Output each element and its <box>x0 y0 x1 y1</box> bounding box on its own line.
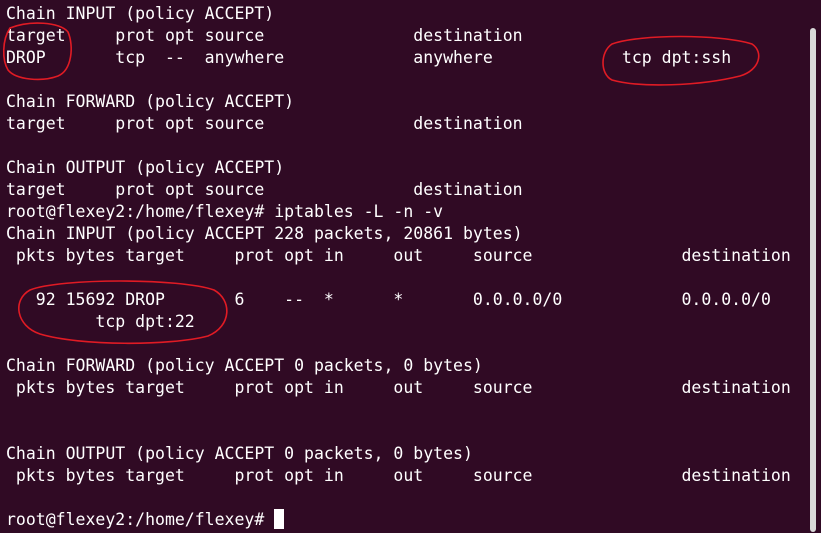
terminal-line: Chain INPUT (policy ACCEPT 228 packets, … <box>6 224 523 243</box>
terminal-line: DROP tcp -- anywhere anywhere tcp dpt:ss… <box>6 48 732 67</box>
terminal-line: 92 15692 DROP 6 -- * * 0.0.0.0/0 0.0.0.0… <box>6 290 771 309</box>
terminal-line: Chain INPUT (policy ACCEPT) <box>6 4 275 23</box>
command-prompt: root@flexey2:/home/flexey# <box>6 510 275 529</box>
terminal-line: Chain FORWARD (policy ACCEPT 0 packets, … <box>6 356 483 375</box>
text-cursor <box>274 509 285 529</box>
terminal-line: Chain OUTPUT (policy ACCEPT 0 packets, 0… <box>6 444 473 463</box>
terminal-line: Chain OUTPUT (policy ACCEPT) <box>6 158 285 177</box>
terminal-line: target prot opt source destination <box>6 180 523 199</box>
terminal-line: pkts bytes target prot opt in out source… <box>6 246 791 265</box>
terminal-line: root@flexey2:/home/flexey# iptables -L -… <box>6 202 444 221</box>
terminal-line: pkts bytes target prot opt in out source… <box>6 466 791 485</box>
terminal-line: tcp dpt:22 <box>6 312 195 331</box>
terminal-line: Chain FORWARD (policy ACCEPT) <box>6 92 295 111</box>
terminal-line: target prot opt source destination <box>6 26 523 45</box>
terminal-output: Chain INPUT (policy ACCEPT) target prot … <box>6 3 801 531</box>
scrollbar-thumb[interactable] <box>810 28 816 532</box>
terminal-window[interactable]: Chain INPUT (policy ACCEPT) target prot … <box>0 0 821 533</box>
command-prompt-line[interactable]: root@flexey2:/home/flexey# <box>6 509 801 531</box>
terminal-line: target prot opt source destination <box>6 114 523 133</box>
vertical-scrollbar[interactable] <box>810 28 818 532</box>
terminal-line: pkts bytes target prot opt in out source… <box>6 378 791 397</box>
